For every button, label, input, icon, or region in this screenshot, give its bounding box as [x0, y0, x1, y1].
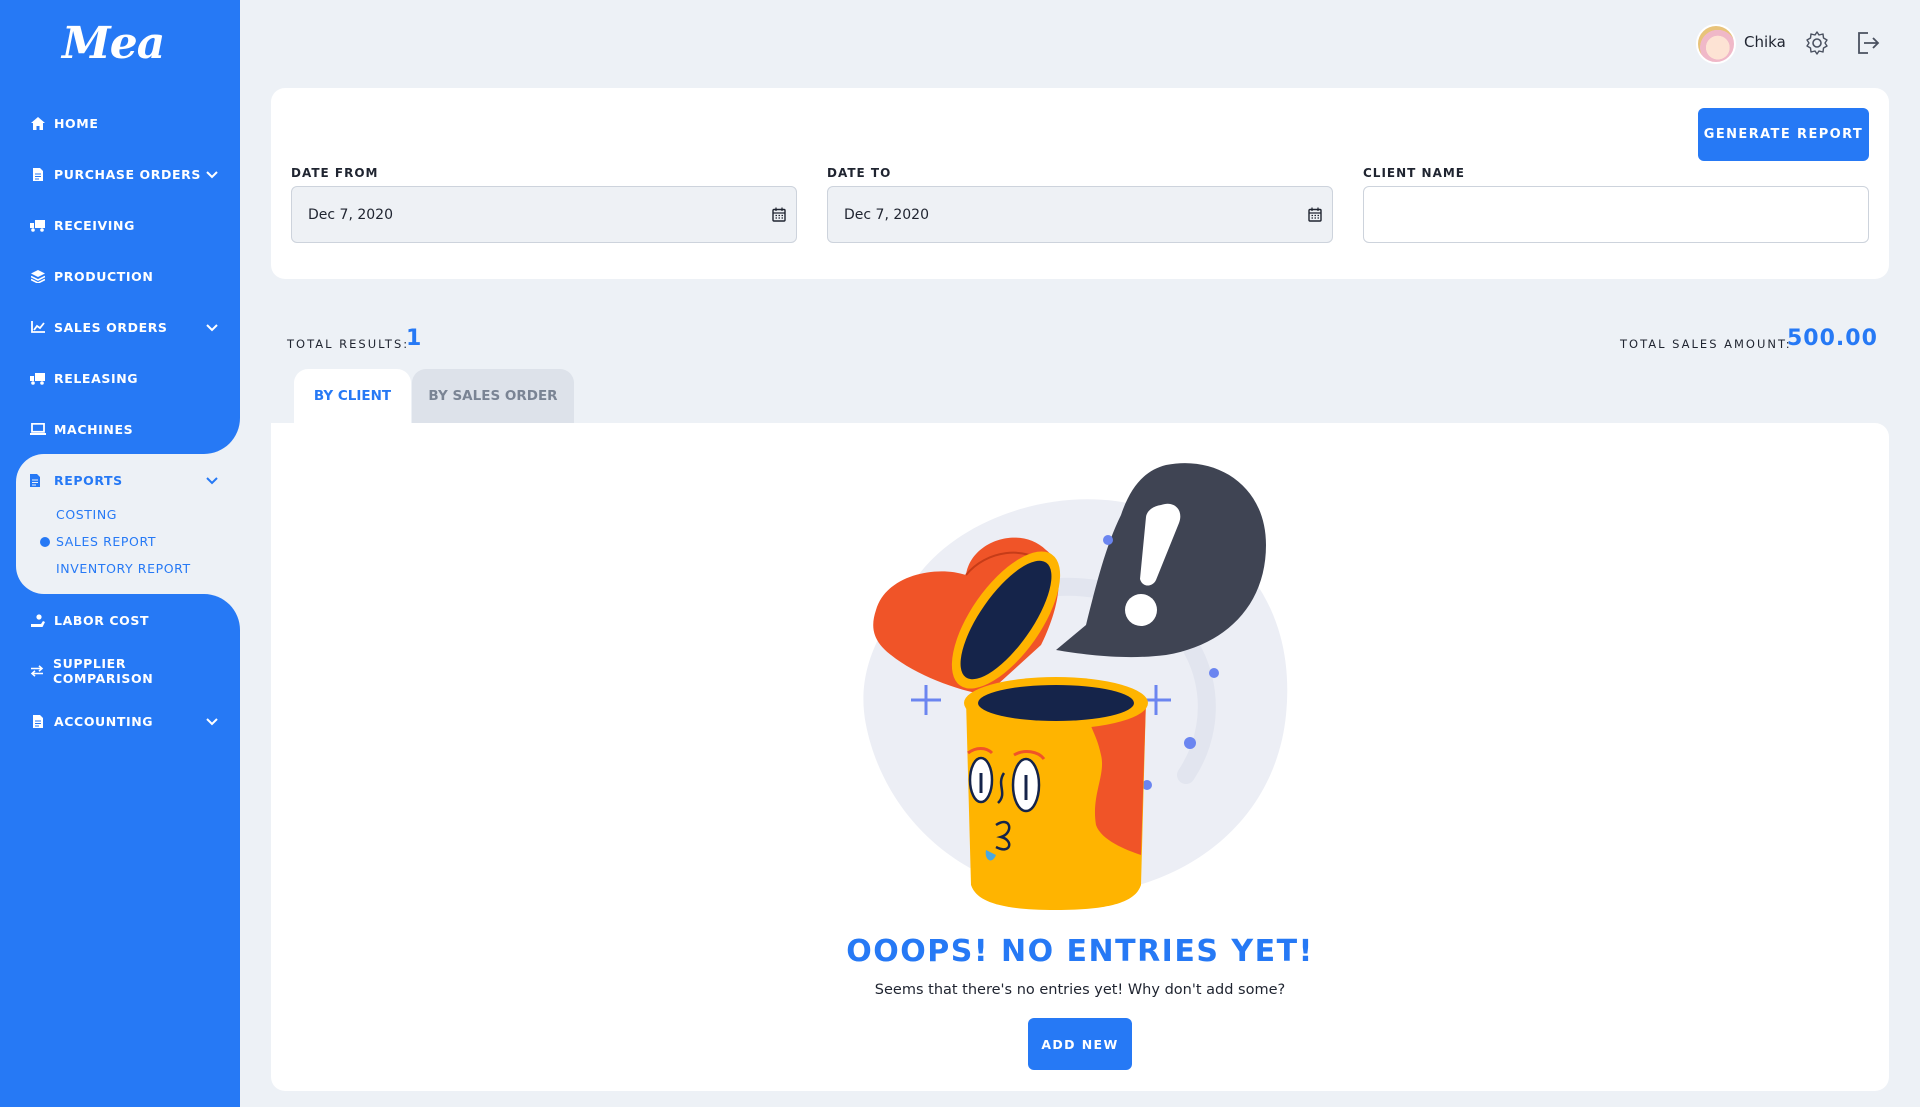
sidebar-item-production[interactable]: PRODUCTION	[30, 261, 220, 291]
sidebar-item-accounting[interactable]: ACCOUNTING	[30, 706, 220, 736]
sidebar-item-machines[interactable]: MACHINES	[30, 414, 220, 444]
sidebar-item-releasing[interactable]: RELEASING	[30, 363, 220, 393]
sidebar-item-label: REPORTS	[54, 472, 123, 488]
tab-by-sales-order[interactable]: BY SALES ORDER	[412, 369, 574, 423]
sidebar-item-supplier-comparison[interactable]: SUPPLIER COMPARISON	[30, 656, 220, 686]
total-sales-value: 500.00	[1787, 326, 1878, 351]
date-from-field[interactable]: Dec 7, 2020	[291, 186, 797, 243]
sidebar-item-home[interactable]: HOME	[30, 108, 220, 138]
generate-report-button[interactable]: GENERATE REPORT	[1698, 108, 1869, 161]
chevron-down-icon[interactable]	[204, 166, 220, 182]
truck-icon	[30, 371, 46, 385]
total-sales-label: TOTAL SALES AMOUNT:	[1620, 337, 1792, 351]
sidebar-item-label: LABOR COST	[54, 612, 150, 628]
panel-corner	[200, 414, 240, 454]
date-from-value: Dec 7, 2020	[308, 206, 393, 223]
sidebar-item-receiving[interactable]: RECEIVING	[30, 210, 220, 240]
swap-icon	[30, 664, 45, 678]
sidebar-item-label: HOME	[54, 115, 99, 131]
panel-corner	[200, 594, 240, 634]
chevron-down-icon[interactable]	[204, 713, 220, 729]
home-icon	[30, 116, 46, 130]
logout-icon[interactable]	[1854, 30, 1880, 56]
document-icon	[30, 167, 46, 181]
gear-icon[interactable]	[1804, 30, 1830, 56]
app-logo[interactable]: Mea	[62, 18, 165, 69]
sidebar-item-label: PURCHASE ORDERS	[54, 166, 201, 182]
sidebar-item-purchase-orders[interactable]: PURCHASE ORDERS	[30, 159, 220, 189]
chevron-down-icon[interactable]	[204, 472, 220, 488]
chevron-down-icon[interactable]	[204, 319, 220, 335]
calendar-icon[interactable]	[772, 207, 786, 222]
sidebar-subitem-costing[interactable]: COSTING	[56, 507, 117, 522]
date-to-label: DATE TO	[827, 166, 892, 180]
total-results-label: TOTAL RESULTS:	[287, 337, 410, 351]
sidebar-item-label: MACHINES	[54, 421, 134, 437]
document-icon	[30, 473, 46, 487]
date-to-field[interactable]: Dec 7, 2020	[827, 186, 1333, 243]
laptop-icon	[30, 422, 46, 436]
add-new-button[interactable]: ADD NEW	[1028, 1018, 1132, 1070]
document-icon	[30, 714, 46, 728]
sidebar-subitem-inventory-report[interactable]: INVENTORY REPORT	[56, 561, 191, 576]
active-indicator	[40, 537, 50, 547]
sidebar-item-label: ACCOUNTING	[54, 713, 154, 729]
truck-icon	[30, 218, 46, 232]
sidebar-item-label: RECEIVING	[54, 217, 135, 233]
empty-state-subtitle: Seems that there's no entries yet! Why d…	[874, 982, 1286, 998]
client-name-input[interactable]	[1363, 186, 1869, 243]
tab-by-client[interactable]: BY CLIENT	[294, 369, 411, 423]
sidebar-item-label: SUPPLIER COMPARISON	[52, 656, 154, 686]
sidebar-subitem-sales-report[interactable]: SALES REPORT	[56, 534, 156, 549]
sidebar-item-reports[interactable]: REPORTS	[30, 465, 220, 495]
avatar[interactable]	[1696, 24, 1736, 64]
layers-icon	[30, 269, 46, 283]
sidebar-item-label: SALES ORDERS	[54, 319, 168, 335]
username[interactable]: Chika	[1744, 33, 1786, 51]
sidebar-item-label: PRODUCTION	[54, 268, 154, 284]
empty-state-title: OOOPS! NO ENTRIES YET!	[846, 934, 1314, 969]
date-from-label: DATE FROM	[291, 166, 379, 180]
worker-icon	[30, 613, 46, 627]
sidebar-item-labor-cost[interactable]: LABOR COST	[30, 605, 220, 635]
sidebar-item-label: RELEASING	[54, 370, 139, 386]
client-name-label: CLIENT NAME	[1363, 166, 1465, 180]
chart-icon	[30, 320, 46, 334]
total-results-value: 1	[406, 326, 422, 351]
sidebar-item-sales-orders[interactable]: SALES ORDERS	[30, 312, 220, 342]
calendar-icon[interactable]	[1308, 207, 1322, 222]
filter-card	[271, 88, 1889, 279]
date-to-value: Dec 7, 2020	[844, 206, 929, 223]
empty-state-illustration	[863, 463, 1288, 910]
